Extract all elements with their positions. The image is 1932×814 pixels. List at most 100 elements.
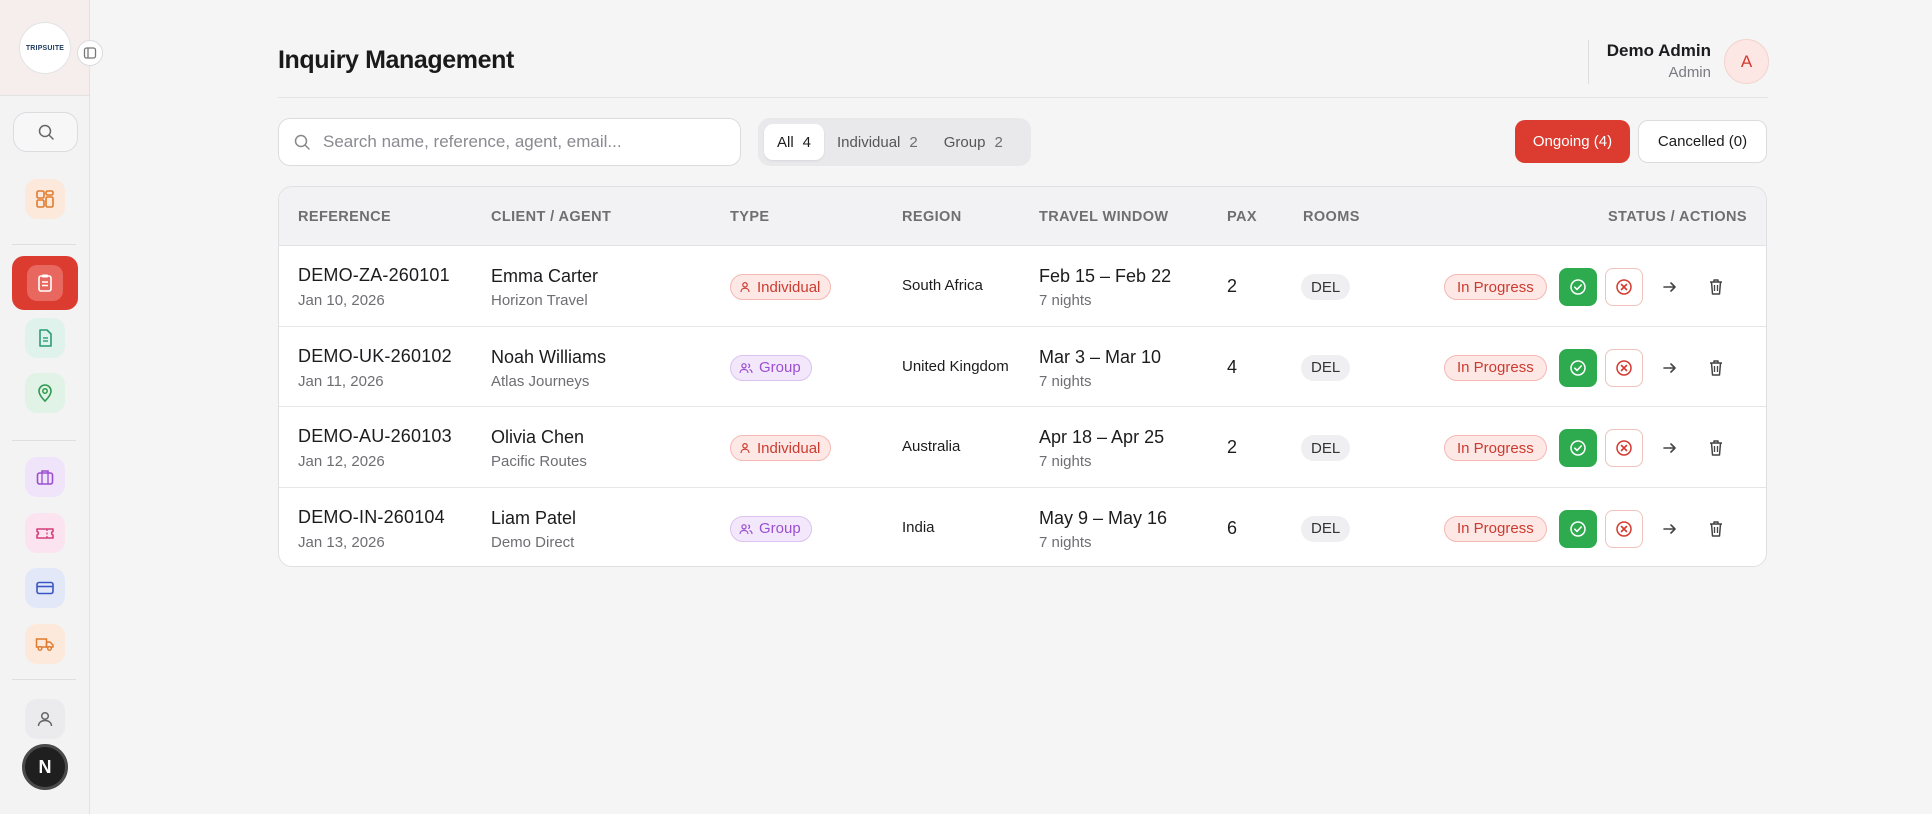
reference-id[interactable]: DEMO-IN-260104	[298, 507, 445, 528]
status-badge: In Progress	[1444, 515, 1547, 542]
type-badge: Individual	[730, 274, 832, 300]
region: United Kingdom	[902, 357, 1009, 375]
search-input[interactable]	[323, 132, 723, 152]
column-header-rooms[interactable]: ROOMS	[1303, 209, 1360, 225]
client-name: Emma Carter	[491, 266, 599, 286]
sidebar-item-locations[interactable]	[25, 373, 65, 413]
status-badge: In Progress	[1444, 354, 1547, 381]
filter-tab-individual[interactable]: Individual 2	[824, 124, 931, 160]
delete-button[interactable]	[1697, 349, 1735, 387]
arrow-right-icon	[1663, 282, 1676, 292]
table-row[interactable]: DEMO-ZA-260101 Jan 10, 2026 Emma Carter …	[279, 246, 1766, 327]
trash-icon	[1710, 279, 1722, 295]
sidebar-item-payments[interactable]	[25, 568, 65, 608]
reject-button[interactable]	[1605, 348, 1643, 387]
reject-button[interactable]	[1605, 268, 1643, 306]
client-name: Noah Williams	[491, 346, 607, 367]
inquiry-date: Jan 10, 2026	[298, 292, 385, 309]
check-circle-icon	[1570, 440, 1586, 456]
sidebar-item-transport[interactable]	[25, 624, 65, 664]
logo-text: TRIPSUITE	[25, 44, 65, 52]
agent-name: Atlas Journeys	[491, 372, 590, 390]
table-row[interactable]: DEMO-AU-260103 Jan 12, 2026 Olivia Chen …	[279, 407, 1766, 488]
ongoing-button[interactable]: Ongoing (4)	[1515, 120, 1630, 163]
credit-card-icon	[36, 581, 54, 595]
sidebar-divider	[12, 440, 76, 441]
users-icon	[739, 362, 753, 373]
user-avatar[interactable]: A	[1724, 39, 1769, 84]
check-circle-icon	[1570, 279, 1586, 295]
workspace-avatar-letter: N	[38, 756, 52, 777]
travel-nights: 7 nights	[1039, 453, 1092, 470]
column-header-region[interactable]: REGION	[902, 209, 962, 225]
delete-button[interactable]	[1697, 429, 1735, 467]
approve-button[interactable]	[1559, 268, 1597, 306]
workspace-avatar[interactable]: N	[22, 744, 68, 790]
open-inquiry-button[interactable]	[1651, 429, 1689, 467]
x-circle-icon	[1616, 440, 1632, 456]
travel-nights: 7 nights	[1039, 372, 1092, 390]
inquiries-table: REFERENCE CLIENT / AGENT TYPE REGION TRA…	[278, 186, 1767, 567]
reference-id[interactable]: DEMO-ZA-260101	[298, 265, 450, 286]
filter-tab-label: Group	[943, 133, 986, 151]
filter-tab-label: Individual	[837, 133, 901, 151]
column-header-travel-window[interactable]: TRAVEL WINDOW	[1039, 209, 1169, 225]
type-badge: Individual	[730, 435, 832, 461]
arrow-right-icon	[1663, 362, 1676, 373]
reject-button[interactable]	[1605, 509, 1643, 548]
region: South Africa	[902, 277, 983, 294]
search-box[interactable]	[278, 118, 741, 166]
delete-button[interactable]	[1697, 510, 1735, 548]
sidebar-collapse-button[interactable]	[77, 40, 103, 66]
column-header-type[interactable]: TYPE	[730, 209, 769, 225]
user-icon	[37, 711, 53, 727]
room-badge: DEL	[1301, 515, 1351, 542]
filter-tab-count: 4	[802, 133, 812, 151]
sidebar-item-bookings[interactable]	[25, 457, 65, 497]
travel-dates: Mar 3 – Mar 10	[1039, 346, 1162, 367]
travel-dates: May 9 – May 16	[1039, 507, 1168, 528]
sidebar-item-profile[interactable]	[25, 699, 65, 739]
status-badge: In Progress	[1444, 435, 1547, 461]
header-separator	[1588, 40, 1589, 84]
pax-count: 2	[1227, 276, 1238, 296]
app-logo[interactable]: TRIPSUITE	[19, 22, 71, 74]
sidebar-item-inquiries[interactable]	[12, 256, 78, 310]
filter-tab-all[interactable]: All 4	[764, 124, 825, 160]
column-header-client-agent[interactable]: CLIENT / AGENT	[491, 209, 611, 225]
reference-id[interactable]: DEMO-UK-260102	[298, 346, 452, 367]
open-inquiry-button[interactable]	[1651, 349, 1689, 387]
reject-button[interactable]	[1605, 429, 1643, 467]
sidebar-toggle-icon	[83, 47, 97, 59]
table-row[interactable]: DEMO-IN-260104 Jan 13, 2026 Liam Patel D…	[279, 488, 1766, 567]
trash-icon	[1710, 440, 1722, 456]
sidebar-item-dashboard[interactable]	[25, 179, 65, 219]
approve-button[interactable]	[1559, 509, 1597, 548]
sidebar-search-button[interactable]	[13, 112, 78, 152]
sidebar-item-tickets[interactable]	[25, 513, 65, 553]
dashboard-icon	[36, 190, 54, 208]
check-circle-icon	[1570, 520, 1586, 537]
delete-button[interactable]	[1697, 268, 1735, 306]
cancelled-button[interactable]: Cancelled (0)	[1638, 120, 1767, 163]
region: India	[902, 518, 935, 536]
filter-tab-group[interactable]: Group 2	[931, 124, 1016, 160]
trash-icon	[1710, 359, 1722, 376]
x-circle-icon	[1616, 520, 1632, 537]
page-title: Inquiry Management	[278, 46, 514, 74]
sidebar-item-documents[interactable]	[25, 318, 65, 358]
open-inquiry-button[interactable]	[1651, 510, 1689, 548]
check-circle-icon	[1570, 359, 1586, 376]
type-badge-label: Individual	[757, 278, 821, 296]
pax-count: 6	[1227, 517, 1238, 538]
inquiry-date: Jan 13, 2026	[298, 533, 385, 551]
approve-button[interactable]	[1559, 429, 1597, 467]
open-inquiry-button[interactable]	[1651, 268, 1689, 306]
column-header-pax[interactable]: PAX	[1227, 209, 1257, 225]
table-row[interactable]: DEMO-UK-260102 Jan 11, 2026 Noah William…	[279, 327, 1766, 407]
inquiry-date: Jan 12, 2026	[298, 453, 385, 470]
column-header-reference[interactable]: REFERENCE	[298, 209, 391, 225]
approve-button[interactable]	[1559, 348, 1597, 387]
reference-id[interactable]: DEMO-AU-260103	[298, 426, 452, 447]
sidebar-divider	[12, 244, 76, 245]
